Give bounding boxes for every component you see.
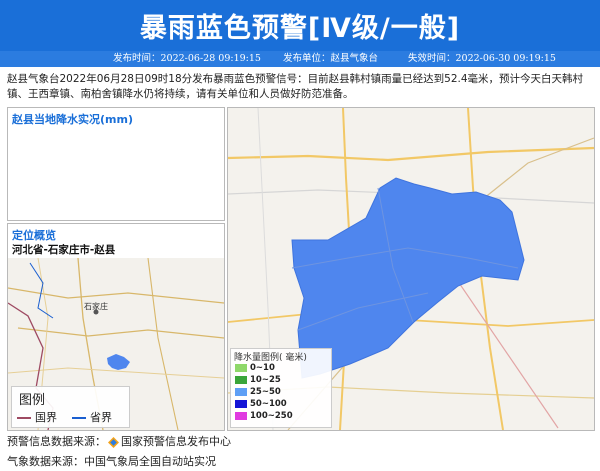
rain-swatch [235, 375, 247, 384]
location-panel-title: 定位概览 [12, 229, 56, 242]
expire-time: 失效时间：2022-06-30 09:19:15 [408, 53, 556, 64]
nmc-logo-icon [108, 436, 119, 448]
location-path: 河北省-石家庄市-赵县 [12, 244, 116, 256]
location-overview-panel: 定位概览 河北省-石家庄市-赵县 石家庄 图例 国界 省界 [7, 223, 225, 431]
rain-observation-panel: 赵县当地降水实况(mm) [7, 107, 225, 221]
issue-time: 发布时间：2022-06-28 09:19:15 [113, 53, 261, 64]
warning-source-link[interactable]: 国家预警信息发布中心 [121, 435, 231, 448]
national-border-swatch [17, 417, 31, 419]
rain-level-row: 100~250 [235, 411, 293, 421]
rain-swatch [235, 387, 247, 396]
rain-level-row: 25~50 [235, 387, 281, 397]
provincial-border-swatch [72, 417, 86, 419]
rain-level-row: 0~10 [235, 363, 275, 373]
warning-title: 暴雨蓝色预警[Ⅳ级/一般] [139, 13, 461, 44]
rain-swatch [235, 363, 247, 372]
header-bar: 暴雨蓝色预警[Ⅳ级/一般] [0, 0, 600, 51]
boundary-legend: 图例 国界 省界 [11, 386, 130, 428]
rain-swatch [235, 411, 247, 420]
rain-level-row: 10~25 [235, 375, 281, 385]
warning-description: 赵县气象台2022年06月28日09时18分发布暴雨蓝色预警信号：目前赵县韩村镇… [7, 73, 584, 100]
issuer: 发布单位：赵县气象台 [283, 53, 379, 64]
national-border-legend: 国界 [17, 409, 57, 425]
warning-source: 预警信息数据来源： 国家预警信息发布中心 [7, 435, 231, 448]
rain-level-row: 50~100 [235, 399, 287, 409]
provincial-border-legend: 省界 [72, 409, 112, 425]
rain-panel-title: 赵县当地降水实况(mm) [12, 113, 133, 126]
rainfall-legend-title: 降水量图例( 毫米) [234, 353, 307, 363]
warning-meta-bar: 发布时间：2022-06-28 09:19:15 发布单位：赵县气象台 失效时间… [0, 51, 600, 67]
weather-data-source: 气象数据来源：中国气象局全国自动站实况 [7, 455, 216, 468]
rainfall-legend: 降水量图例( 毫米) 0~10 10~25 25~50 50~100 100~2… [230, 348, 332, 428]
city-label: 石家庄 [84, 301, 108, 311]
boundary-legend-title: 图例 [19, 393, 46, 408]
rain-swatch [235, 399, 247, 408]
